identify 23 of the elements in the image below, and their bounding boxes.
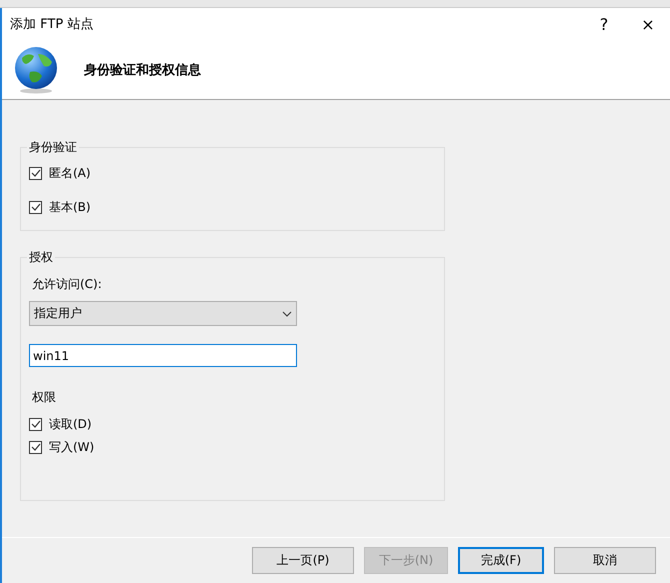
group-title: 身份验证 <box>28 139 78 156</box>
field-label: 允许访问(C): <box>32 276 103 293</box>
checkbox-label: 基本(B) <box>49 198 91 216</box>
access-dropdown[interactable]: 指定用户 <box>29 301 297 326</box>
section-label: 权限 <box>32 389 57 406</box>
page-heading: 身份验证和授权信息 <box>84 62 201 78</box>
help-button[interactable]: ? <box>582 8 626 40</box>
checkbox[interactable] <box>29 166 42 180</box>
window-title: 添加 FTP 站点 <box>10 16 94 33</box>
checkbox-label: 写入(W) <box>49 438 94 456</box>
checkbox[interactable] <box>29 440 42 454</box>
checkbox[interactable] <box>29 200 42 214</box>
checkbox-label: 读取(D) <box>49 416 92 432</box>
chevron-down-icon <box>282 310 292 316</box>
dialog-button[interactable]: 取消 <box>554 547 656 574</box>
close-button[interactable]: × <box>626 8 670 40</box>
dialog-button[interactable]: 完成(F) <box>458 547 544 574</box>
dialog-button[interactable]: 上一页(P) <box>252 547 354 574</box>
checkbox[interactable] <box>29 418 42 430</box>
group-title: 授权 <box>28 249 54 266</box>
globe-icon <box>12 46 60 94</box>
checkbox-label: 匿名(A) <box>49 164 91 182</box>
user-input-field[interactable]: win11 <box>29 344 297 367</box>
